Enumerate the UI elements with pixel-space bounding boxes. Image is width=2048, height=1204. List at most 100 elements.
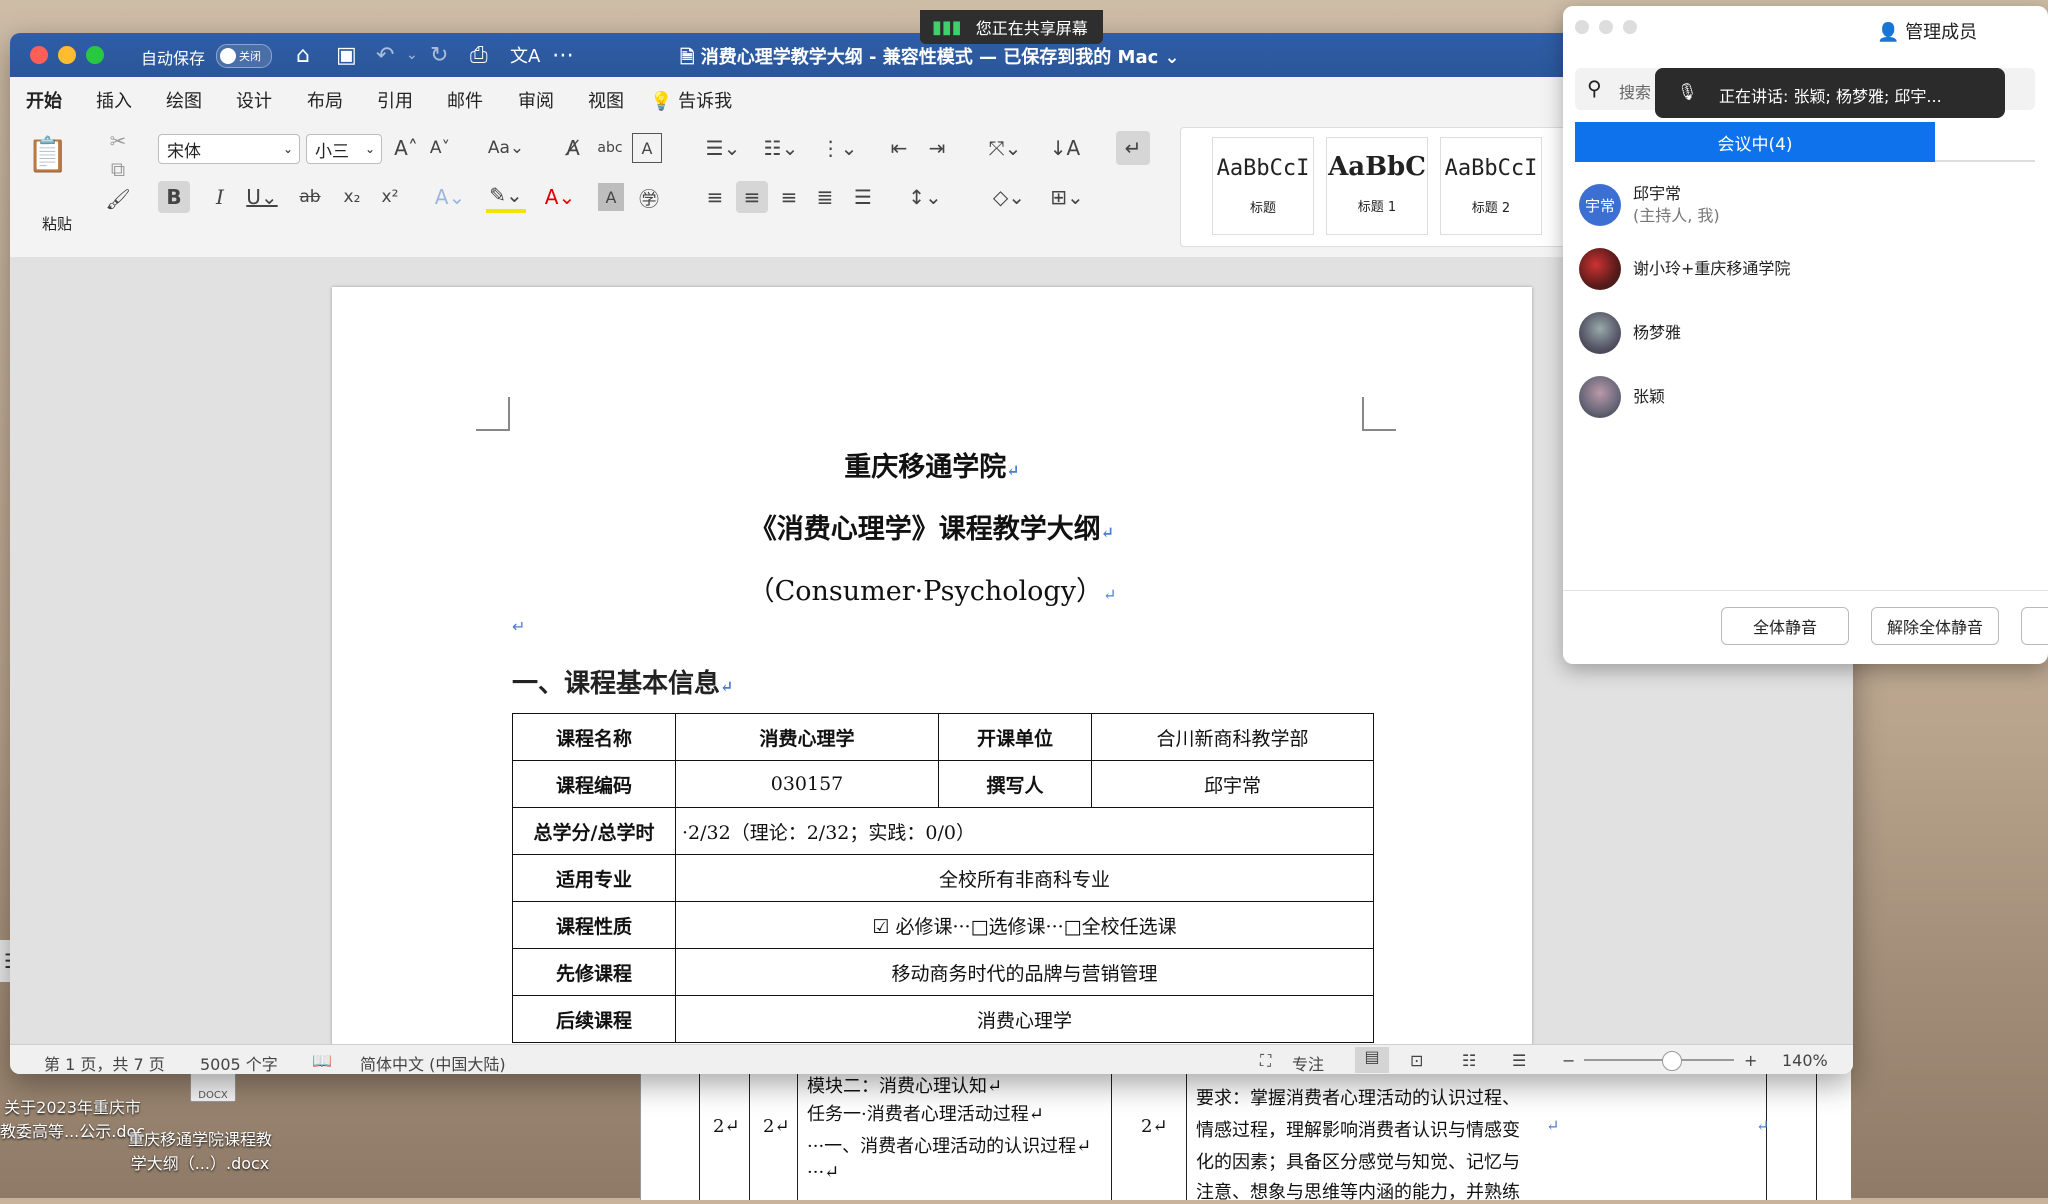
tab-mailings[interactable]: 邮件 (447, 87, 483, 113)
desktop-file-label-1[interactable]: 关于2023年重庆市 教委高等...公示.doc (0, 1094, 145, 1142)
clear-format-icon[interactable]: A̸ (558, 133, 588, 163)
tab-home[interactable]: 开始 (26, 87, 62, 120)
autosave-toggle[interactable]: 关闭 (216, 44, 272, 68)
subscript-button[interactable]: x₂ (336, 181, 368, 213)
zoom-slider-knob[interactable] (1662, 1051, 1682, 1071)
character-border-icon[interactable]: A (632, 133, 662, 163)
screen-share-banner[interactable]: ▮▮▮ 您正在共享屏幕 (920, 10, 1103, 44)
cut-icon[interactable]: ✂ (106, 129, 130, 153)
tab-layout[interactable]: 布局 (307, 87, 343, 113)
paste-icon[interactable]: 📋 (27, 133, 69, 177)
bullets-icon[interactable]: ☰⌄ (700, 133, 746, 163)
numbering-icon[interactable]: ☷⌄ (758, 133, 804, 163)
more-options-button[interactable] (2021, 607, 2048, 645)
undo-icon[interactable]: ↶ (376, 39, 394, 71)
tab-review[interactable]: 审阅 (518, 87, 554, 113)
desktop-file-label-2[interactable]: 重庆移通学院课程教 学大纲（...）.docx (128, 1126, 272, 1174)
participant-row[interactable]: 谢小玲+重庆移通学院 (1579, 246, 1790, 292)
increase-indent-icon[interactable]: ⇥ (922, 133, 952, 163)
highlight-icon[interactable]: ✎⌄ (486, 181, 526, 213)
participant-name: 杨梦雅 (1633, 323, 1682, 342)
character-shading-icon[interactable]: A (598, 183, 624, 211)
justify-icon[interactable]: ≣ (810, 181, 840, 213)
copy-icon[interactable]: ⧉ (106, 157, 130, 181)
font-color-icon[interactable]: A⌄ (540, 181, 580, 213)
show-formatting-icon[interactable]: ↵ (1116, 131, 1150, 165)
tab-in-meeting[interactable]: 会议中(4) (1575, 122, 1935, 162)
tab-insert[interactable]: 插入 (96, 87, 132, 113)
web-layout-icon[interactable]: ⊡ (1410, 1051, 1423, 1070)
tell-me[interactable]: 💡 告诉我 (650, 87, 732, 113)
zoom-in-icon[interactable]: + (1744, 1051, 1757, 1070)
line-spacing-icon[interactable]: ↕⌄ (902, 181, 948, 213)
bold-button[interactable]: B (158, 181, 190, 213)
multilevel-list-icon[interactable]: ⋮⌄ (816, 133, 862, 163)
focus-label[interactable]: 专注 (1292, 1051, 1324, 1074)
minimize-window-button[interactable] (58, 46, 76, 64)
superscript-button[interactable]: x² (374, 181, 406, 213)
document-page[interactable]: 重庆移通学院↵ 《消费心理学》课程教学大纲↵ （Consumer·Psychol… (332, 287, 1532, 1074)
print-layout-icon[interactable]: ▤ (1355, 1047, 1389, 1073)
participant-name: 邱宇常 (1633, 184, 1682, 203)
text-direction-icon[interactable]: ⤧⌄ (982, 133, 1028, 163)
sort-icon[interactable]: ↓A (1050, 133, 1080, 163)
change-case-button[interactable]: Aa ⌄ (484, 133, 528, 163)
home-icon[interactable]: ⌂ (296, 39, 310, 71)
shading-icon[interactable]: ◇⌄ (986, 181, 1032, 213)
shrink-font-icon[interactable]: A˅ (426, 133, 454, 163)
draft-view-icon[interactable]: ☰ (1512, 1051, 1526, 1070)
proofing-icon[interactable]: 📖 (312, 1051, 332, 1070)
style-title[interactable]: AaBbCcI 标题 (1212, 137, 1314, 235)
focus-icon[interactable]: ⛶ (1260, 1051, 1271, 1071)
strikethrough-button[interactable]: ab (294, 181, 326, 213)
enclose-character-icon[interactable]: ㊫ (634, 181, 664, 213)
participant-row[interactable]: 宇常 邱宇常 (主持人, 我) (1579, 182, 1720, 228)
align-center-icon[interactable]: ≡ (736, 181, 768, 213)
zoom-window-button[interactable] (86, 46, 104, 64)
save-icon[interactable]: ▣ (336, 39, 357, 71)
cell-text: 任务一·消费者心理活动过程↵ (807, 1104, 1044, 1125)
text-effects-icon[interactable]: A⌄ (430, 181, 470, 213)
more-icon[interactable]: ⋯ (552, 39, 574, 71)
outline-view-icon[interactable]: ☷ (1462, 1051, 1476, 1070)
paragraph-mark: ↵ (1006, 461, 1020, 480)
print-icon[interactable]: ⎙ (470, 39, 488, 71)
tab-view[interactable]: 视图 (588, 87, 624, 113)
word-count[interactable]: 5005 个字 (200, 1051, 278, 1074)
translate-icon[interactable]: 文A (510, 39, 540, 71)
zoom-level[interactable]: 140% (1782, 1051, 1828, 1070)
format-painter-icon[interactable]: 🖌 (105, 187, 130, 211)
close-window-button[interactable] (30, 46, 48, 64)
unmute-all-button[interactable]: 解除全体静音 (1871, 607, 1999, 645)
phonetic-guide-icon[interactable]: abc (595, 133, 625, 163)
paste-label[interactable]: 粘贴 (42, 213, 72, 234)
mute-all-button[interactable]: 全体静音 (1721, 607, 1849, 645)
align-left-icon[interactable]: ≡ (700, 181, 730, 213)
document-title[interactable]: 🗎 消费心理学教学大纲 - 兼容性模式 — 已保存到我的 Mac ⌄ (680, 43, 1180, 75)
page-count[interactable]: 第 1 页，共 7 页 (44, 1051, 165, 1074)
redo-icon[interactable]: ↻ (430, 39, 448, 71)
undo-dropdown-chevron-icon[interactable]: ⌄ (406, 39, 418, 71)
tab-references[interactable]: 引用 (377, 87, 413, 113)
tab-draw[interactable]: 绘图 (166, 87, 202, 113)
underline-button[interactable]: U⌄ (242, 181, 282, 213)
decrease-indent-icon[interactable]: ⇤ (884, 133, 914, 163)
close-window-button[interactable] (1575, 20, 1589, 34)
language-status[interactable]: 简体中文 (中国大陆) (360, 1051, 506, 1074)
zoom-window-button[interactable] (1623, 20, 1637, 34)
grow-font-icon[interactable]: A˄ (392, 133, 420, 163)
italic-button[interactable]: I (204, 181, 236, 213)
participant-row[interactable]: 杨梦雅 (1579, 310, 1681, 356)
borders-icon[interactable]: ⊞⌄ (1044, 181, 1090, 213)
zoom-out-icon[interactable]: − (1562, 1051, 1575, 1070)
align-right-icon[interactable]: ≡ (774, 181, 804, 213)
tab-design[interactable]: 设计 (236, 87, 272, 113)
participant-row[interactable]: 张颖 (1579, 374, 1665, 420)
font-name-select[interactable]: 宋体 ⌄ (158, 134, 300, 164)
distributed-icon[interactable]: ☰ (848, 181, 878, 213)
font-size-select[interactable]: 小三 ⌄ (306, 134, 382, 164)
style-heading1[interactable]: AaBbC 标题 1 (1326, 137, 1428, 235)
style-heading2[interactable]: AaBbCcI 标题 2 (1440, 137, 1542, 235)
minimize-window-button[interactable] (1599, 20, 1613, 34)
zoom-slider[interactable] (1584, 1051, 1734, 1071)
